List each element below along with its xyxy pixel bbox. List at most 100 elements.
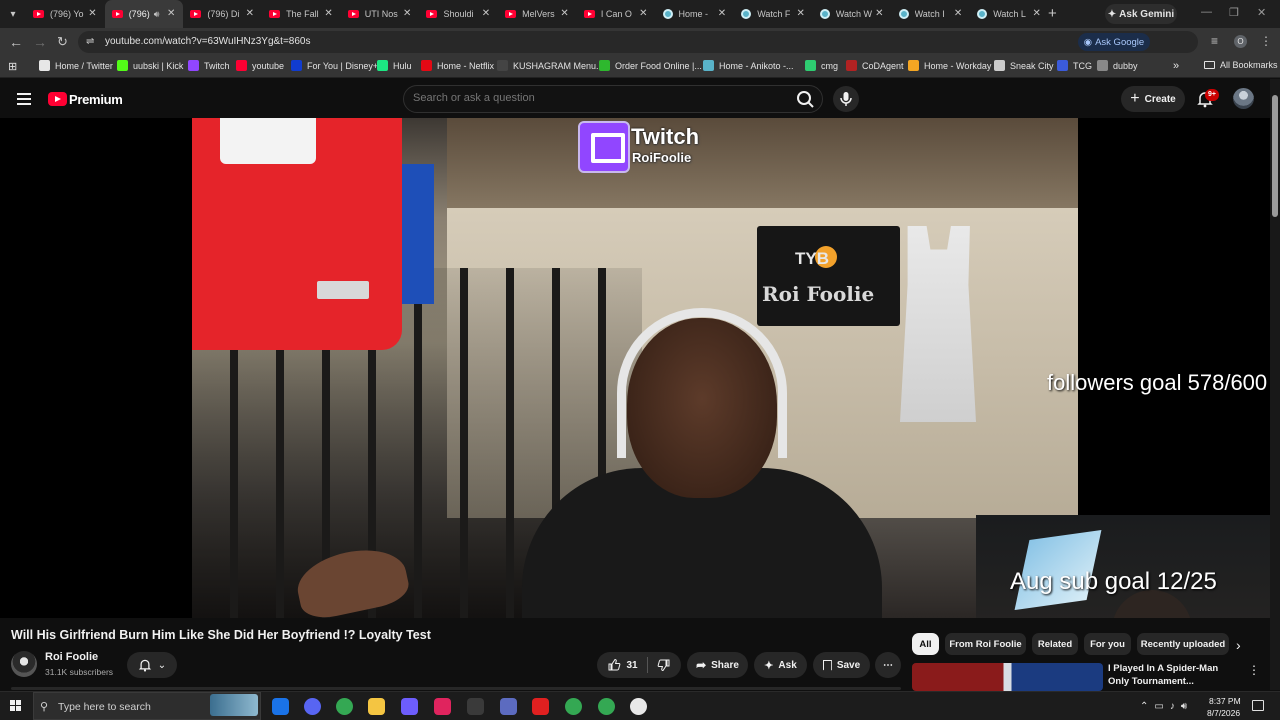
system-tray-icons[interactable]: ⌃▭♪🔊︎ xyxy=(1140,701,1193,712)
windows-start-icon[interactable] xyxy=(10,700,21,711)
chrome-icon[interactable] xyxy=(336,698,353,715)
chevron-right-icon[interactable]: › xyxy=(1236,637,1241,653)
bookmark-item[interactable]: KUSHAGRAM Menu... xyxy=(497,60,604,71)
recommended-thumbnail[interactable] xyxy=(912,663,1103,691)
bookmark-item[interactable]: Home - Netflix xyxy=(421,60,494,71)
speaker-icon[interactable]: 🔊︎ xyxy=(154,9,160,20)
obs-icon[interactable] xyxy=(467,698,484,715)
search-input[interactable] xyxy=(413,92,773,104)
hamburger-menu-icon[interactable] xyxy=(17,93,31,105)
bookmark-item[interactable]: Order Food Online |... xyxy=(599,60,702,71)
browser-tab[interactable]: MelVers ✕ xyxy=(498,0,577,28)
account-avatar[interactable] xyxy=(1233,88,1254,109)
forward-arrow-icon[interactable]: → xyxy=(33,34,47,50)
chip-all[interactable]: All xyxy=(912,633,939,655)
bookmark-item[interactable]: Hulu xyxy=(377,60,412,71)
reload-icon[interactable]: ↻ xyxy=(57,34,68,50)
url-text[interactable]: youtube.com/watch?v=63WuIHNz3Yg&t=860s xyxy=(105,36,311,47)
browser-tab[interactable]: Shouldi ✕ xyxy=(419,0,498,28)
browser-tab[interactable]: The Fall ✕ xyxy=(262,0,341,28)
edge-icon[interactable] xyxy=(272,698,289,715)
browser-tab[interactable]: UTI Nos ✕ xyxy=(341,0,420,28)
chip-for-you[interactable]: For you xyxy=(1084,633,1131,655)
close-icon[interactable]: ✕ xyxy=(88,8,96,19)
scrollbar-thumb[interactable] xyxy=(1272,95,1278,217)
browser-tab[interactable]: I Can O ✕ xyxy=(577,0,656,28)
browser-tab-active[interactable]: (796) 🔊︎ ✕ xyxy=(104,0,184,28)
close-icon[interactable]: ✕ xyxy=(167,8,175,19)
chip-related[interactable]: Related xyxy=(1032,633,1078,655)
close-icon[interactable]: ✕ xyxy=(639,8,647,19)
browser-tab[interactable]: (796) Yo ✕ xyxy=(26,0,105,28)
back-arrow-icon[interactable]: ← xyxy=(9,34,23,50)
chrome-profile-icon[interactable] xyxy=(565,698,582,715)
channel-avatar[interactable] xyxy=(11,651,37,677)
ask-gemini-button[interactable]: ✦ Ask Gemini xyxy=(1105,4,1177,24)
close-icon[interactable]: ✕ xyxy=(796,8,804,19)
recommended-more-icon[interactable]: ⋮ xyxy=(1248,663,1260,677)
apps-grid-icon[interactable]: ⊞ xyxy=(8,60,17,73)
youtube-logo-icon[interactable] xyxy=(48,92,67,106)
video-player[interactable]: TYB Roi Foolie xyxy=(0,118,1270,618)
clock-app-icon[interactable] xyxy=(630,698,647,715)
close-icon[interactable]: ✕ xyxy=(1033,8,1041,19)
site-info-icon[interactable]: ⇌ xyxy=(86,36,94,47)
close-icon[interactable]: ✕ xyxy=(954,8,962,19)
ask-button[interactable]: ✦ Ask xyxy=(754,652,807,678)
app-icon[interactable] xyxy=(500,698,517,715)
minimize-icon[interactable]: — xyxy=(1201,6,1212,18)
file-explorer-icon[interactable] xyxy=(368,698,385,715)
close-icon[interactable]: ✕ xyxy=(324,8,332,19)
chip-from-channel[interactable]: From Roi Foolie xyxy=(945,633,1026,655)
share-button[interactable]: ➦ Share xyxy=(687,652,748,678)
bookmark-item[interactable]: TCG xyxy=(1057,60,1092,71)
browser-tab[interactable]: Watch L ✕ xyxy=(970,0,1049,28)
bookmark-item[interactable]: youtube xyxy=(236,60,284,71)
like-button[interactable]: 31 xyxy=(607,658,638,672)
clock-date[interactable]: 8/7/2026 xyxy=(1207,708,1240,718)
thumbs-down-icon[interactable] xyxy=(657,658,671,672)
bookmarks-overflow-icon[interactable]: » xyxy=(1173,60,1179,72)
close-icon[interactable]: ✕ xyxy=(246,8,254,19)
window-close-icon[interactable]: ✕ xyxy=(1257,6,1266,19)
bookmark-item[interactable]: Home - Anikoto -... xyxy=(703,60,794,71)
game-controller-icon[interactable] xyxy=(401,698,418,715)
recommended-video-title[interactable]: I Played In A Spider-Man Only Tournament… xyxy=(1108,662,1238,688)
discord-icon[interactable] xyxy=(304,698,321,715)
acrobat-icon[interactable] xyxy=(532,698,549,715)
chrome-menu-icon[interactable]: ⋮ xyxy=(1260,34,1272,48)
maximize-icon[interactable]: ❐ xyxy=(1229,6,1239,19)
notification-center-icon[interactable] xyxy=(1252,700,1264,711)
chrome-alt-icon[interactable] xyxy=(598,698,615,715)
close-icon[interactable]: ✕ xyxy=(875,8,883,19)
bookmark-item[interactable]: dubby xyxy=(1097,60,1138,71)
reading-list-icon[interactable]: ≡ xyxy=(1211,34,1218,48)
bookmark-item[interactable]: Home - Workday xyxy=(908,60,991,71)
bookmark-item[interactable]: For You | Disney+ xyxy=(291,60,378,71)
bookmark-item[interactable]: Twitch xyxy=(188,60,230,71)
browser-tab[interactable]: Watch I ✕ xyxy=(892,0,971,28)
microphone-icon[interactable] xyxy=(833,86,859,112)
close-icon[interactable]: ✕ xyxy=(560,8,568,19)
more-actions-icon[interactable]: ⋯ xyxy=(875,652,901,678)
bookmark-item[interactable]: CoDAgent xyxy=(846,60,904,71)
bookmark-item[interactable]: Sneak City xyxy=(994,60,1054,71)
search-icon[interactable] xyxy=(793,87,819,111)
browser-profile-avatar[interactable]: O xyxy=(1234,35,1247,48)
new-tab-button[interactable]: + xyxy=(1048,5,1057,22)
bookmark-item[interactable]: uubski | Kick xyxy=(117,60,183,71)
close-icon[interactable]: ✕ xyxy=(482,8,490,19)
bookmark-item[interactable]: cmg xyxy=(805,60,838,71)
tab-search-button[interactable]: ▾ xyxy=(0,0,26,28)
ask-google-button[interactable]: ◉ Ask Google xyxy=(1078,33,1150,51)
clock-time[interactable]: 8:37 PM xyxy=(1209,696,1241,706)
save-button[interactable]: Save xyxy=(813,652,870,678)
youtube-premium-wordmark[interactable]: Premium xyxy=(69,92,123,107)
close-icon[interactable]: ✕ xyxy=(403,8,411,19)
close-icon[interactable]: ✕ xyxy=(718,8,726,19)
create-button[interactable]: + Create xyxy=(1121,86,1185,112)
all-bookmarks-button[interactable]: All Bookmarks xyxy=(1204,60,1278,70)
browser-tab[interactable]: Home - ✕ xyxy=(656,0,735,28)
browser-tab[interactable]: (796) Di ✕ xyxy=(183,0,262,28)
bookmark-item[interactable]: Home / Twitter xyxy=(39,60,113,71)
